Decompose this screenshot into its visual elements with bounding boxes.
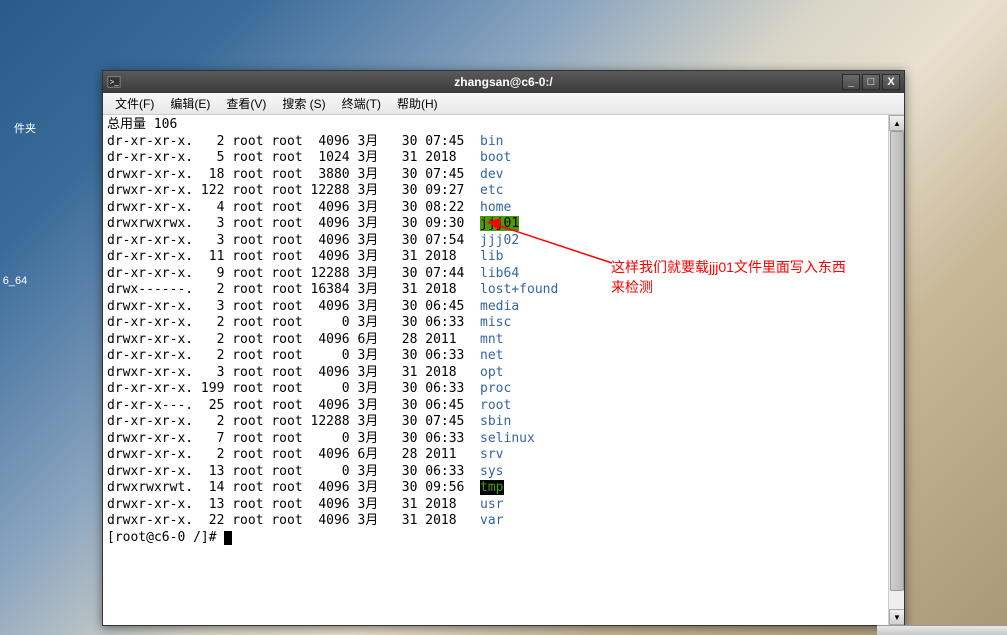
ls-row: drwxr-xr-x. 3 root root 4096 3月 31 2018 … [107, 365, 900, 382]
file-name: dev [480, 167, 503, 182]
menu-file[interactable]: 文件(F) [107, 93, 162, 114]
desktop-item-label: 6_64 [3, 275, 27, 287]
file-name: bin [480, 134, 503, 149]
terminal-window: >_ zhangsan@c6-0:/ _ □ X 文件(F) 编辑(E) 查看(… [102, 70, 905, 626]
file-name: mnt [480, 332, 503, 347]
window-titlebar[interactable]: >_ zhangsan@c6-0:/ _ □ X [103, 71, 904, 93]
file-name: lib [480, 249, 503, 264]
file-name: opt [480, 365, 503, 380]
file-name: root [480, 398, 511, 413]
menu-view[interactable]: 查看(V) [218, 93, 274, 114]
prompt-line[interactable]: [root@c6-0 /]# [107, 530, 900, 547]
file-name: selinux [480, 431, 535, 446]
file-name: tmp [480, 480, 503, 495]
ls-header: 总用量 106 [107, 117, 900, 134]
ls-row: dr-xr-xr-x. 199 root root 0 3月 30 06:33 … [107, 381, 900, 398]
file-name: sys [480, 464, 503, 479]
ls-row: drwxr-xr-x. 2 root root 4096 6月 28 2011 … [107, 447, 900, 464]
ls-row: drwxr-xr-x. 4 root root 4096 3月 30 08:22… [107, 200, 900, 217]
menu-terminal[interactable]: 终端(T) [334, 93, 389, 114]
file-name: lost+found [480, 282, 558, 297]
ls-row: dr-xr-xr-x. 5 root root 1024 3月 31 2018 … [107, 150, 900, 167]
window-controls: _ □ X [842, 74, 900, 90]
terminal-body[interactable]: 总用量 106dr-xr-xr-x. 2 root root 4096 3月 3… [103, 115, 904, 625]
window-title: zhangsan@c6-0:/ [454, 75, 552, 89]
ls-row: drwxr-xr-x. 13 root root 4096 3月 31 2018… [107, 497, 900, 514]
ls-row: dr-xr-x---. 25 root root 4096 3月 30 06:4… [107, 398, 900, 415]
menu-search[interactable]: 搜索 (S) [274, 93, 333, 114]
file-name: srv [480, 447, 503, 462]
scroll-up-button[interactable]: ▲ [889, 115, 904, 131]
ls-row: dr-xr-xr-x. 2 root root 0 3月 30 06:33 mi… [107, 315, 900, 332]
ls-row: dr-xr-xr-x. 3 root root 4096 3月 30 07:54… [107, 233, 900, 250]
menu-bar: 文件(F) 编辑(E) 查看(V) 搜索 (S) 终端(T) 帮助(H) [103, 93, 904, 115]
file-name: proc [480, 381, 511, 396]
ls-row: dr-xr-xr-x. 2 root root 0 3月 30 06:33 ne… [107, 348, 900, 365]
file-name: misc [480, 315, 511, 330]
ls-row: drwxr-xr-x. 7 root root 0 3月 30 06:33 se… [107, 431, 900, 448]
ls-row: drwxr-xr-x. 3 root root 4096 3月 30 06:45… [107, 299, 900, 316]
taskbar-fragment [877, 625, 1007, 635]
file-name: home [480, 200, 511, 215]
ls-row: drwxr-xr-x. 13 root root 0 3月 30 06:33 s… [107, 464, 900, 481]
file-name: lib64 [480, 266, 519, 281]
close-button[interactable]: X [882, 74, 900, 90]
ls-row: drwxrwxrwx. 3 root root 4096 3月 30 09:30… [107, 216, 900, 233]
annotation-line1: 这样我们就要载jjj01文件里面写入东西 [611, 257, 846, 277]
ls-row: drwxr-xr-x. 22 root root 4096 3月 31 2018… [107, 513, 900, 530]
ls-row: drwxrwxrwt. 14 root root 4096 3月 30 09:5… [107, 480, 900, 497]
annotation-text: 这样我们就要载jjj01文件里面写入东西 来检测 [611, 257, 846, 297]
ls-row: drwxr-xr-x. 18 root root 3880 3月 30 07:4… [107, 167, 900, 184]
cursor [224, 531, 232, 545]
ls-row: dr-xr-xr-x. 2 root root 12288 3月 30 07:4… [107, 414, 900, 431]
minimize-button[interactable]: _ [842, 74, 860, 90]
ls-row: drwxr-xr-x. 2 root root 4096 6月 28 2011 … [107, 332, 900, 349]
ls-row: drwxr-xr-x. 122 root root 12288 3月 30 09… [107, 183, 900, 200]
scroll-down-button[interactable]: ▼ [889, 609, 904, 625]
file-name: jjj01 [480, 216, 519, 231]
menu-edit[interactable]: 编辑(E) [162, 93, 218, 114]
maximize-button[interactable]: □ [862, 74, 880, 90]
desktop-folder-icon[interactable]: 件夹 [0, 120, 50, 136]
ls-row: dr-xr-xr-x. 2 root root 4096 3月 30 07:45… [107, 134, 900, 151]
desktop-item-icon[interactable]: 6_64 [0, 275, 30, 287]
file-name: etc [480, 183, 503, 198]
svg-text:>_: >_ [110, 78, 120, 87]
file-name: net [480, 348, 503, 363]
file-name: boot [480, 150, 511, 165]
file-name: sbin [480, 414, 511, 429]
desktop-folder-label: 件夹 [14, 123, 36, 135]
file-name: jjj02 [480, 233, 519, 248]
file-name: usr [480, 497, 503, 512]
file-name: media [480, 299, 519, 314]
scrollbar-thumb[interactable] [890, 131, 904, 591]
vertical-scrollbar[interactable]: ▲ ▼ [888, 115, 904, 625]
annotation-line2: 来检测 [611, 277, 846, 297]
terminal-icon: >_ [107, 75, 121, 89]
menu-help[interactable]: 帮助(H) [389, 93, 446, 114]
file-name: var [480, 513, 503, 528]
terminal-content[interactable]: 总用量 106dr-xr-xr-x. 2 root root 4096 3月 3… [103, 115, 904, 548]
